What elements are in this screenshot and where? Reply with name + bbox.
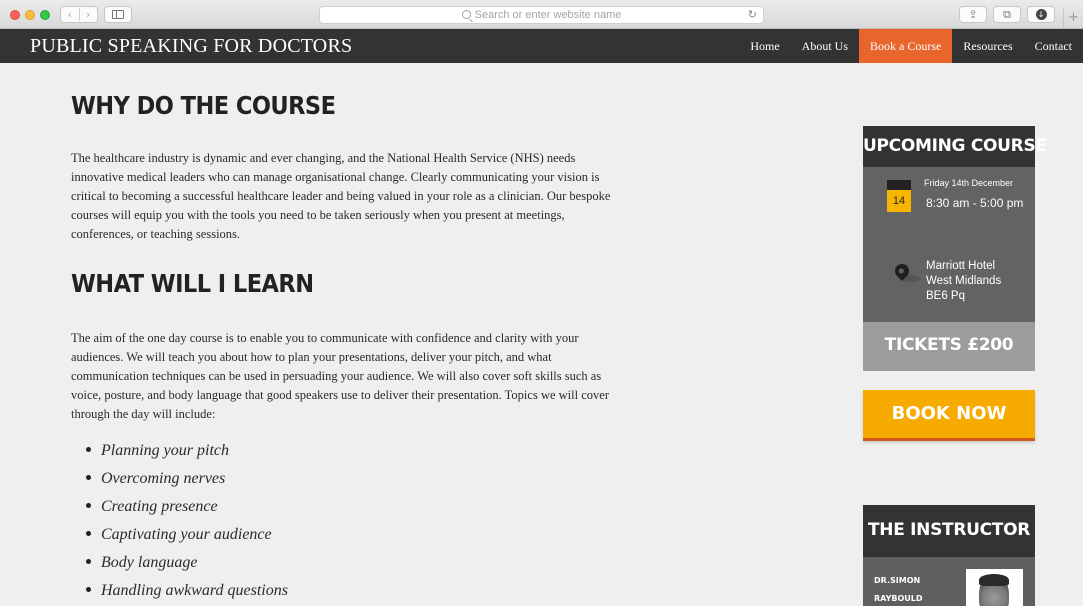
nav-book-a-course[interactable]: Book a Course [859, 29, 953, 63]
why-heading: WHY DO THE COURSE [71, 91, 336, 120]
address-line: West Midlands [926, 275, 1002, 287]
calendar-header [887, 180, 911, 190]
reload-icon[interactable]: ↻ [748, 8, 757, 21]
calendar-day: 14 [887, 190, 911, 212]
topic-text: Body language [101, 554, 198, 571]
sidebar-icon [112, 10, 124, 19]
instructor-details: DR.SIMON RAYBOULD [863, 557, 1035, 606]
bullet-icon [86, 531, 91, 536]
download-icon: ↓ [1035, 9, 1047, 20]
nav-resources[interactable]: Resources [952, 29, 1023, 63]
search-icon [461, 10, 471, 19]
instructor-name-line: DR.SIMON [874, 576, 921, 585]
nav-home[interactable]: Home [739, 29, 790, 63]
bullet-icon [86, 587, 91, 592]
ticket-price: TICKETS £200 [863, 322, 1035, 371]
calendar-icon: 14 [887, 180, 911, 214]
instructor-photo [966, 569, 1023, 606]
share-icon: ⇪ [968, 8, 978, 21]
history-nav-buttons: ‹ › [60, 6, 98, 23]
topic-text: Creating presence [101, 498, 218, 515]
upcoming-course-card: UPCOMING COURSE 14 Friday 14th December … [863, 126, 1047, 371]
list-item: Overcoming nerves [86, 465, 288, 493]
book-now-button[interactable]: BOOK NOW [863, 390, 1035, 441]
main-nav: Home About Us Book a Course Resources Co… [739, 29, 1083, 63]
site-logo[interactable]: PUBLIC SPEAKING FOR DOCTORS [30, 35, 352, 58]
learn-heading: WHAT WILL I LEARN [71, 269, 314, 298]
minimize-window-button[interactable] [25, 10, 35, 20]
bullet-icon [86, 559, 91, 564]
list-item: Captivating your audience [86, 521, 288, 549]
share-button[interactable]: ⇪ [959, 6, 987, 23]
bullet-icon [86, 447, 91, 452]
bullet-icon [86, 503, 91, 508]
close-window-button[interactable] [10, 10, 20, 20]
address-line: Marriott Hotel [926, 260, 996, 272]
upcoming-course-title: UPCOMING COURSE [863, 126, 1047, 167]
course-details: 14 Friday 14th December 8:30 am - 5:00 p… [863, 167, 1035, 322]
instructor-card: THE INSTRUCTOR DR.SIMON RAYBOULD [863, 505, 1035, 606]
address-line: BE6 Pq [926, 290, 965, 302]
tabs-icon: ⧉ [1003, 7, 1011, 21]
downloads-button[interactable]: ↓ [1027, 6, 1055, 23]
topic-text: Captivating your audience [101, 526, 272, 543]
address-placeholder-text: Search or enter website name [474, 9, 622, 21]
nav-contact[interactable]: Contact [1024, 29, 1083, 63]
course-address: Marriott Hotel West Midlands BE6 Pq [926, 259, 1001, 304]
list-item: Planning your pitch [86, 437, 288, 465]
sidebar-toggle-button[interactable] [104, 6, 132, 23]
list-item: Handling awkward questions [86, 577, 288, 605]
instructor-title: THE INSTRUCTOR [863, 505, 1035, 557]
why-paragraph: The healthcare industry is dynamic and e… [71, 151, 611, 241]
address-placeholder: Search or enter website name [320, 9, 763, 21]
forward-icon[interactable]: › [79, 8, 97, 21]
topic-text: Handling awkward questions [101, 582, 288, 599]
browser-toolbar: ‹ › Search or enter website name ↻ ⇪ ⧉ ↓… [0, 0, 1083, 29]
instructor-name: DR.SIMON RAYBOULD [874, 572, 923, 606]
back-icon[interactable]: ‹ [61, 8, 79, 21]
list-item: Creating presence [86, 493, 288, 521]
topic-text: Overcoming nerves [101, 470, 226, 487]
portrait-hair [979, 574, 1009, 586]
zoom-window-button[interactable] [40, 10, 50, 20]
site-header: PUBLIC SPEAKING FOR DOCTORS Home About U… [0, 29, 1083, 63]
course-time: 8:30 am - 5:00 pm [926, 196, 1024, 210]
address-bar[interactable]: Search or enter website name ↻ [319, 6, 764, 24]
learn-paragraph: The aim of the one day course is to enab… [71, 331, 609, 421]
bullet-icon [86, 475, 91, 480]
instructor-name-line: RAYBOULD [874, 594, 923, 603]
new-tab-button[interactable]: + [1063, 9, 1083, 29]
show-tabs-button[interactable]: ⧉ [993, 6, 1021, 23]
topics-list: Planning your pitch Overcoming nerves Cr… [86, 437, 288, 605]
topic-text: Planning your pitch [101, 442, 229, 459]
list-item: Body language [86, 549, 288, 577]
course-date: Friday 14th December [924, 178, 1014, 188]
nav-about-us[interactable]: About Us [791, 29, 859, 63]
